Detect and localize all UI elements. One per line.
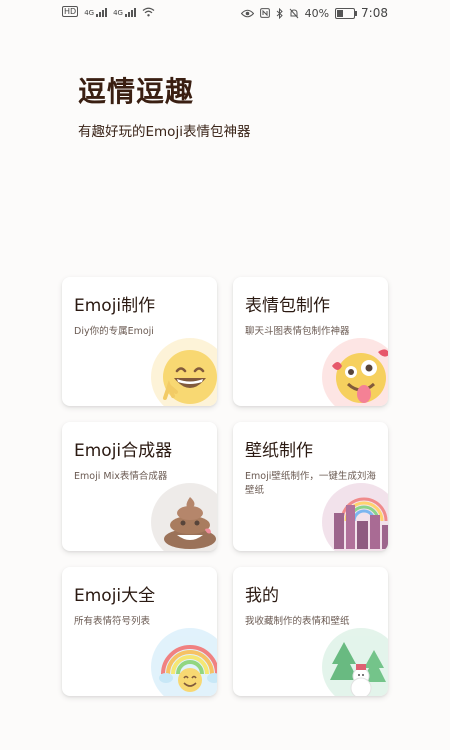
card-desc: 所有表情符号列表 (74, 616, 151, 627)
app-subtitle: 有趣好玩的Emoji表情包神器 (78, 124, 251, 140)
wallpaper-maker-card[interactable]: 壁纸制作 Emoji壁纸制作，一键生成刘海壁纸 (233, 422, 388, 551)
bluetooth-icon (276, 7, 283, 19)
poop-icon (151, 483, 217, 551)
card-desc: 聊天斗图表情包制作神器 (245, 326, 350, 337)
signal-icon: 4G (113, 7, 136, 17)
card-desc: 我收藏制作的表情和壁纸 (245, 616, 350, 627)
status-right: 40% 7:08 (240, 6, 388, 20)
emoji-catalog-card[interactable]: Emoji大全 所有表情符号列表 (62, 567, 217, 696)
grinning-face-icon (151, 338, 217, 406)
feature-grid: Emoji制作 Diy你的专属Emoji 表情包制作 聊天斗图表情包制作神器 E… (62, 277, 388, 696)
rainbow-face-icon (151, 628, 217, 696)
sticker-maker-card[interactable]: 表情包制作 聊天斗图表情包制作神器 (233, 277, 388, 406)
card-title: Emoji大全 (74, 586, 156, 606)
signal-icon: 4G (84, 7, 108, 17)
card-title: Emoji制作 (74, 296, 156, 316)
battery-percent: 40% (304, 6, 330, 20)
my-collection-card[interactable]: 我的 我收藏制作的表情和壁纸 (233, 567, 388, 696)
wifi-icon (142, 7, 155, 16)
eye-icon (240, 9, 254, 17)
hd-badge: HD (62, 6, 79, 17)
nfc-icon (259, 8, 270, 18)
card-title: Emoji合成器 (74, 441, 173, 461)
status-left: HD 4G 4G (62, 6, 155, 17)
city-icon (322, 483, 388, 551)
mute-bell-icon (289, 8, 298, 18)
card-title: 我的 (245, 586, 279, 606)
status-bar: HD 4G 4G 40% 7:08 (0, 0, 450, 28)
card-title: 表情包制作 (245, 296, 330, 316)
snowman-trees-icon (322, 628, 388, 696)
card-title: 壁纸制作 (245, 441, 313, 461)
zany-face-icon (322, 338, 388, 406)
app-header: 逗情逗趣 有趣好玩的Emoji表情包神器 (78, 70, 250, 140)
battery-icon (335, 7, 358, 19)
app-title: 逗情逗趣 (78, 75, 195, 108)
clock: 7:08 (361, 6, 388, 20)
card-desc: Emoji Mix表情合成器 (74, 471, 168, 482)
emoji-maker-card[interactable]: Emoji制作 Diy你的专属Emoji (62, 277, 217, 406)
card-desc: Diy你的专属Emoji (74, 326, 154, 337)
emoji-mixer-card[interactable]: Emoji合成器 Emoji Mix表情合成器 (62, 422, 217, 551)
